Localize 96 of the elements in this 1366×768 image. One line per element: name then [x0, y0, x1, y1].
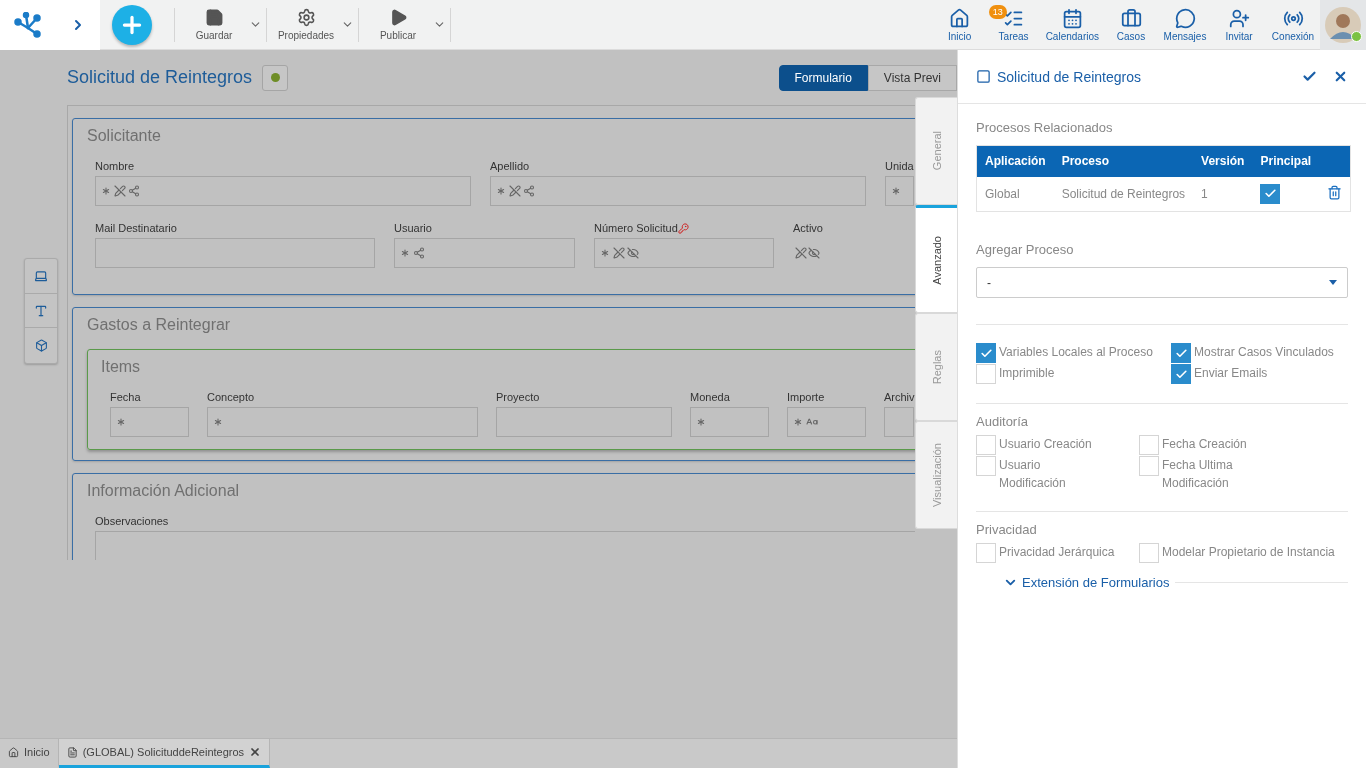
add-user-icon	[1228, 7, 1250, 29]
column-header: Aplicación	[976, 145, 1054, 177]
table-cell: Global	[976, 176, 1054, 212]
process-select[interactable]: -	[976, 267, 1348, 298]
checkbox[interactable]	[976, 343, 996, 363]
caret-icon	[1329, 280, 1337, 285]
option-label: Mostrar Casos Vinculados	[1194, 344, 1334, 361]
delete-icon[interactable]	[1327, 184, 1343, 200]
column-header: Versión	[1193, 145, 1253, 177]
side-tab[interactable]: Avanzado	[915, 205, 957, 313]
document-icon	[66, 746, 78, 758]
nav-button[interactable]: Inicio	[932, 7, 987, 42]
option-label: Privacidad Jerárquica	[999, 544, 1115, 561]
checkbox[interactable]	[1260, 183, 1281, 204]
section-title: Gastos a Reintegrar	[87, 316, 232, 334]
form-icon	[976, 69, 991, 84]
nav-button[interactable]: Conexión	[1266, 7, 1320, 42]
field-label: Apellido	[490, 160, 530, 172]
close-icon[interactable]	[1333, 69, 1348, 84]
avatar[interactable]	[1325, 6, 1361, 43]
input-field[interactable]	[490, 176, 866, 206]
input-field[interactable]	[207, 407, 478, 437]
expand-link[interactable]: Extensión de Formularios	[1003, 575, 1170, 590]
add-button[interactable]	[112, 4, 152, 45]
field-label: Agregar Proceso	[976, 242, 1075, 257]
field-label: Nombre	[95, 160, 135, 172]
table-cell: Solicitud de Reintegros	[1053, 176, 1194, 212]
chat-icon	[1174, 7, 1196, 29]
logo-icon	[14, 11, 42, 38]
field-label: Número Solicitud	[594, 222, 678, 234]
home-icon	[8, 746, 19, 758]
field-label: Fecha	[110, 391, 141, 403]
option-label: Usuario Modificación	[999, 457, 1067, 492]
gear-icon	[296, 8, 316, 27]
nav-button[interactable]: Calendarios	[1040, 7, 1104, 42]
section-heading: Auditoría	[976, 414, 1030, 429]
count-badge: 13	[988, 4, 1007, 19]
field-label: Activo	[793, 222, 823, 234]
input-field[interactable]	[95, 238, 375, 268]
nav-button[interactable]: Invitar	[1212, 7, 1266, 42]
field-label: Concepto	[207, 391, 255, 403]
form-title: Solicitud de Reintegros	[67, 67, 253, 88]
toolbar-button[interactable]: Propiedades	[267, 2, 358, 47]
input-field[interactable]	[95, 176, 471, 206]
status-button[interactable]	[262, 64, 289, 91]
check-icon	[1174, 346, 1188, 360]
home-icon	[949, 7, 971, 29]
nav-button[interactable]: Casos	[1104, 7, 1158, 42]
field-label: Usuario	[394, 222, 432, 234]
field-label: Moneda	[690, 391, 730, 403]
check-icon	[979, 346, 993, 360]
input-field[interactable]	[787, 407, 866, 437]
toolbar-button[interactable]: Guardar	[175, 2, 266, 47]
input-field[interactable]	[110, 407, 189, 437]
option-label: Imprimible	[999, 365, 1055, 382]
checkbox[interactable]	[1171, 364, 1191, 384]
close-icon[interactable]	[249, 746, 262, 758]
view-tab[interactable]: Vista Previ	[867, 64, 957, 91]
view-tab[interactable]: Formulario	[778, 64, 868, 91]
section-title: Solicitante	[87, 127, 162, 145]
confirm-icon[interactable]	[1302, 69, 1317, 84]
field-label: Mail Destinatario	[95, 222, 177, 234]
column-header: Principal	[1252, 145, 1320, 177]
table-cell: 1	[1193, 176, 1253, 212]
section-heading: Procesos Relacionados	[976, 120, 1114, 135]
input-field[interactable]	[884, 407, 914, 437]
option-label: Fecha Creación	[1162, 436, 1247, 453]
nav-button[interactable]: Mensajes	[1158, 7, 1212, 42]
calendar-icon	[1061, 7, 1083, 29]
group-title: Items	[101, 358, 142, 376]
input-field[interactable]	[885, 176, 914, 206]
option-label: Modelar Propietario de Instancia	[1162, 544, 1335, 561]
input-field[interactable]	[690, 407, 769, 437]
nav-button[interactable]: Tareas 13	[986, 7, 1041, 42]
briefcase-icon	[1120, 7, 1142, 29]
field-label: Proyecto	[496, 391, 540, 403]
section-title: Información Adicional	[87, 482, 241, 500]
toolbar-button[interactable]: Publicar	[359, 2, 450, 47]
document-tab[interactable]: Inicio	[0, 739, 59, 768]
option-label: Fecha Ultima Modificación	[1162, 457, 1234, 492]
checkbox[interactable]	[1171, 343, 1191, 363]
option-label: Variables Locales al Proceso	[999, 344, 1153, 361]
section-heading: Privacidad	[976, 522, 1038, 537]
option-label: Usuario Creación	[999, 436, 1092, 453]
field-label: Archiv	[884, 391, 915, 403]
field-label: Unida	[885, 160, 914, 172]
check-icon	[1174, 367, 1188, 381]
input-field[interactable]	[496, 407, 672, 437]
panel-title: Solicitud de Reintegros	[997, 68, 1141, 85]
option-label: Enviar Emails	[1194, 365, 1268, 382]
input-field[interactable]	[394, 238, 575, 268]
column-header: Proceso	[1053, 145, 1194, 177]
document-tab[interactable]: (GLOBAL) SolicituddeReintegros	[58, 739, 271, 768]
field-label: Importe	[787, 391, 825, 403]
field-label: Observaciones	[95, 515, 169, 527]
input-field[interactable]	[594, 238, 774, 268]
